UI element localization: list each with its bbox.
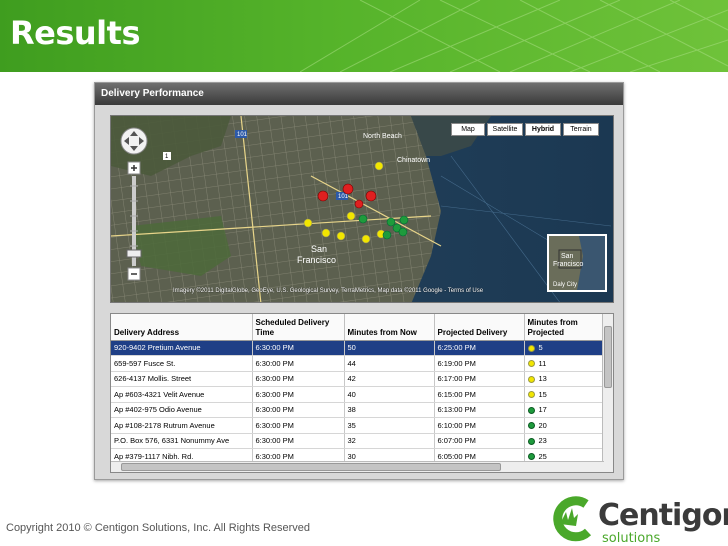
map-type-satellite-button[interactable]: Satellite xyxy=(487,123,523,136)
cell-projected-delivery: 6:13:00 PM xyxy=(434,402,525,418)
cell-minutes-from-projected: 5 xyxy=(524,340,604,356)
logo-name: Centigon xyxy=(598,498,728,533)
status-indicator-icon xyxy=(527,344,535,352)
slide-title: Results xyxy=(10,14,140,52)
cell-projected-delivery: 6:19:00 PM xyxy=(434,355,525,372)
cell-minutes-from-projected: 11 xyxy=(524,355,604,372)
cell-minutes-from-now: 35 xyxy=(344,417,435,434)
map-pan-zoom-control[interactable] xyxy=(119,126,149,299)
cell-minutes-from-now: 44 xyxy=(344,355,435,372)
cell-address: 920-9402 Pretium Avenue xyxy=(111,340,253,356)
centigon-logo-mark-icon xyxy=(553,496,592,542)
satellite-map-image: 101 101 1 North Beach Chinatown San Fran… xyxy=(111,116,613,302)
status-indicator-icon xyxy=(527,406,535,414)
table-header-row: Delivery Address Scheduled Delivery Time… xyxy=(111,314,604,341)
grid-vertical-scrollbar[interactable] xyxy=(602,314,613,472)
delivery-grid[interactable]: Delivery Address Scheduled Delivery Time… xyxy=(110,313,614,473)
cell-scheduled-time: 6:30:00 PM xyxy=(252,355,345,372)
table-row[interactable]: P.O. Box 576, 6331 Nonummy Ave 6:30:00 PM… xyxy=(111,433,604,449)
status-indicator-icon xyxy=(527,437,535,445)
cell-projected-delivery: 6:17:00 PM xyxy=(434,371,525,387)
svg-text:San: San xyxy=(311,244,327,254)
table-row[interactable]: Ap #603-4321 Velit Avenue 6:30:00 PM 40 6:1… xyxy=(111,386,604,403)
cell-minutes-from-now: 40 xyxy=(344,386,435,403)
map-view[interactable]: 101 101 1 North Beach Chinatown San Fran… xyxy=(110,115,614,303)
table-row[interactable]: Ap #402-975 Odio Avenue 6:30:00 PM 38 6:13:… xyxy=(111,402,604,418)
cell-minutes-from-projected: 23 xyxy=(524,433,604,449)
slide-header-bar: Results xyxy=(0,0,728,72)
cell-address: Ap #402-975 Odio Avenue xyxy=(111,402,253,418)
cell-address: Ap #108-2178 Rutrum Avenue xyxy=(111,417,253,434)
svg-text:Daly City: Daly City xyxy=(553,282,577,288)
cell-minutes-from-now: 50 xyxy=(344,340,435,356)
column-header-minutes-from-projected[interactable]: Minutes from Projected xyxy=(524,314,604,341)
minutes-from-projected-value: 15 xyxy=(538,389,547,399)
minutes-from-projected-value: 13 xyxy=(538,374,547,384)
svg-text:North Beach: North Beach xyxy=(363,133,402,140)
column-header-projected-delivery[interactable]: Projected Delivery xyxy=(434,314,525,341)
status-indicator-icon xyxy=(527,391,535,399)
minutes-from-projected-value: 25 xyxy=(538,451,547,461)
cell-address: 659-597 Fusce St. xyxy=(111,355,253,372)
cell-projected-delivery: 6:15:00 PM xyxy=(434,386,525,403)
cell-minutes-from-projected: 17 xyxy=(524,402,604,418)
cell-scheduled-time: 6:30:00 PM xyxy=(252,417,345,434)
delivery-table: Delivery Address Scheduled Delivery Time… xyxy=(111,314,604,472)
status-indicator-icon xyxy=(527,375,535,383)
status-indicator-icon xyxy=(527,422,535,430)
map-type-map-button[interactable]: Map xyxy=(451,123,485,136)
cell-address: P.O. Box 576, 6331 Nonummy Ave xyxy=(111,433,253,449)
cell-scheduled-time: 6:30:00 PM xyxy=(252,371,345,387)
cell-projected-delivery: 6:25:00 PM xyxy=(434,340,525,356)
map-attribution: Imagery ©2011 DigitalGlobe, GeoEye, U.S.… xyxy=(173,288,484,294)
minutes-from-projected-value: 11 xyxy=(538,358,547,368)
header-pattern xyxy=(300,0,728,72)
cell-minutes-from-projected: 20 xyxy=(524,417,604,434)
cell-scheduled-time: 6:30:00 PM xyxy=(252,340,345,356)
cell-scheduled-time: 6:30:00 PM xyxy=(252,386,345,403)
cell-minutes-from-projected: 13 xyxy=(524,371,604,387)
cell-scheduled-time: 6:30:00 PM xyxy=(252,433,345,449)
cell-address: 626-4137 Mollis. Street xyxy=(111,371,253,387)
cell-minutes-from-now: 42 xyxy=(344,371,435,387)
svg-text:Francisco: Francisco xyxy=(297,255,336,265)
table-row[interactable]: 920-9402 Pretium Avenue 6:30:00 PM 50 6:25:… xyxy=(111,340,604,356)
cell-projected-delivery: 6:10:00 PM xyxy=(434,417,525,434)
cell-minutes-from-projected: 15 xyxy=(524,386,604,403)
window-titlebar: Delivery Performance xyxy=(95,83,623,105)
minutes-from-projected-value: 5 xyxy=(538,343,543,353)
centigon-logo: Centigon solutions xyxy=(546,494,728,546)
column-header-delivery-address[interactable]: Delivery Address xyxy=(111,314,253,341)
window-title: Delivery Performance xyxy=(101,88,204,99)
cell-projected-delivery: 6:07:00 PM xyxy=(434,433,525,449)
table-row[interactable]: Ap #108-2178 Rutrum Avenue 6:30:00 PM 35 6:… xyxy=(111,417,604,434)
delivery-performance-window: Delivery Performance 101 101 1 North Bea… xyxy=(94,82,624,480)
minutes-from-projected-value: 20 xyxy=(538,420,547,430)
status-indicator-icon xyxy=(527,453,535,461)
table-row[interactable]: 626-4137 Mollis. Street 6:30:00 PM 42 6:17:… xyxy=(111,371,604,387)
svg-text:Chinatown: Chinatown xyxy=(397,157,430,164)
map-type-hybrid-button[interactable]: Hybrid xyxy=(525,123,561,136)
svg-text:101: 101 xyxy=(237,132,248,138)
minutes-from-projected-value: 17 xyxy=(538,405,547,415)
overview-minimap[interactable]: San Francisco Daly City xyxy=(547,234,607,292)
map-type-terrain-button[interactable]: Terrain xyxy=(563,123,599,136)
column-header-scheduled-time[interactable]: Scheduled Delivery Time xyxy=(252,314,345,341)
copyright-text: Copyright 2010 © Centigon Solutions, Inc… xyxy=(6,522,311,534)
svg-text:101: 101 xyxy=(338,194,349,200)
status-indicator-icon xyxy=(527,360,535,368)
svg-text:San: San xyxy=(561,253,574,260)
column-header-minutes-from-now[interactable]: Minutes from Now xyxy=(344,314,435,341)
cell-minutes-from-now: 32 xyxy=(344,433,435,449)
minutes-from-projected-value: 23 xyxy=(538,436,547,446)
cell-minutes-from-now: 38 xyxy=(344,402,435,418)
grid-horizontal-scrollbar[interactable] xyxy=(111,461,604,472)
cell-scheduled-time: 6:30:00 PM xyxy=(252,402,345,418)
logo-tagline: solutions xyxy=(602,531,661,546)
svg-text:Francisco: Francisco xyxy=(553,261,583,268)
cell-address: Ap #603-4321 Velit Avenue xyxy=(111,386,253,403)
table-row[interactable]: 659-597 Fusce St. 6:30:00 PM 44 6:19:00 PM 1… xyxy=(111,355,604,372)
